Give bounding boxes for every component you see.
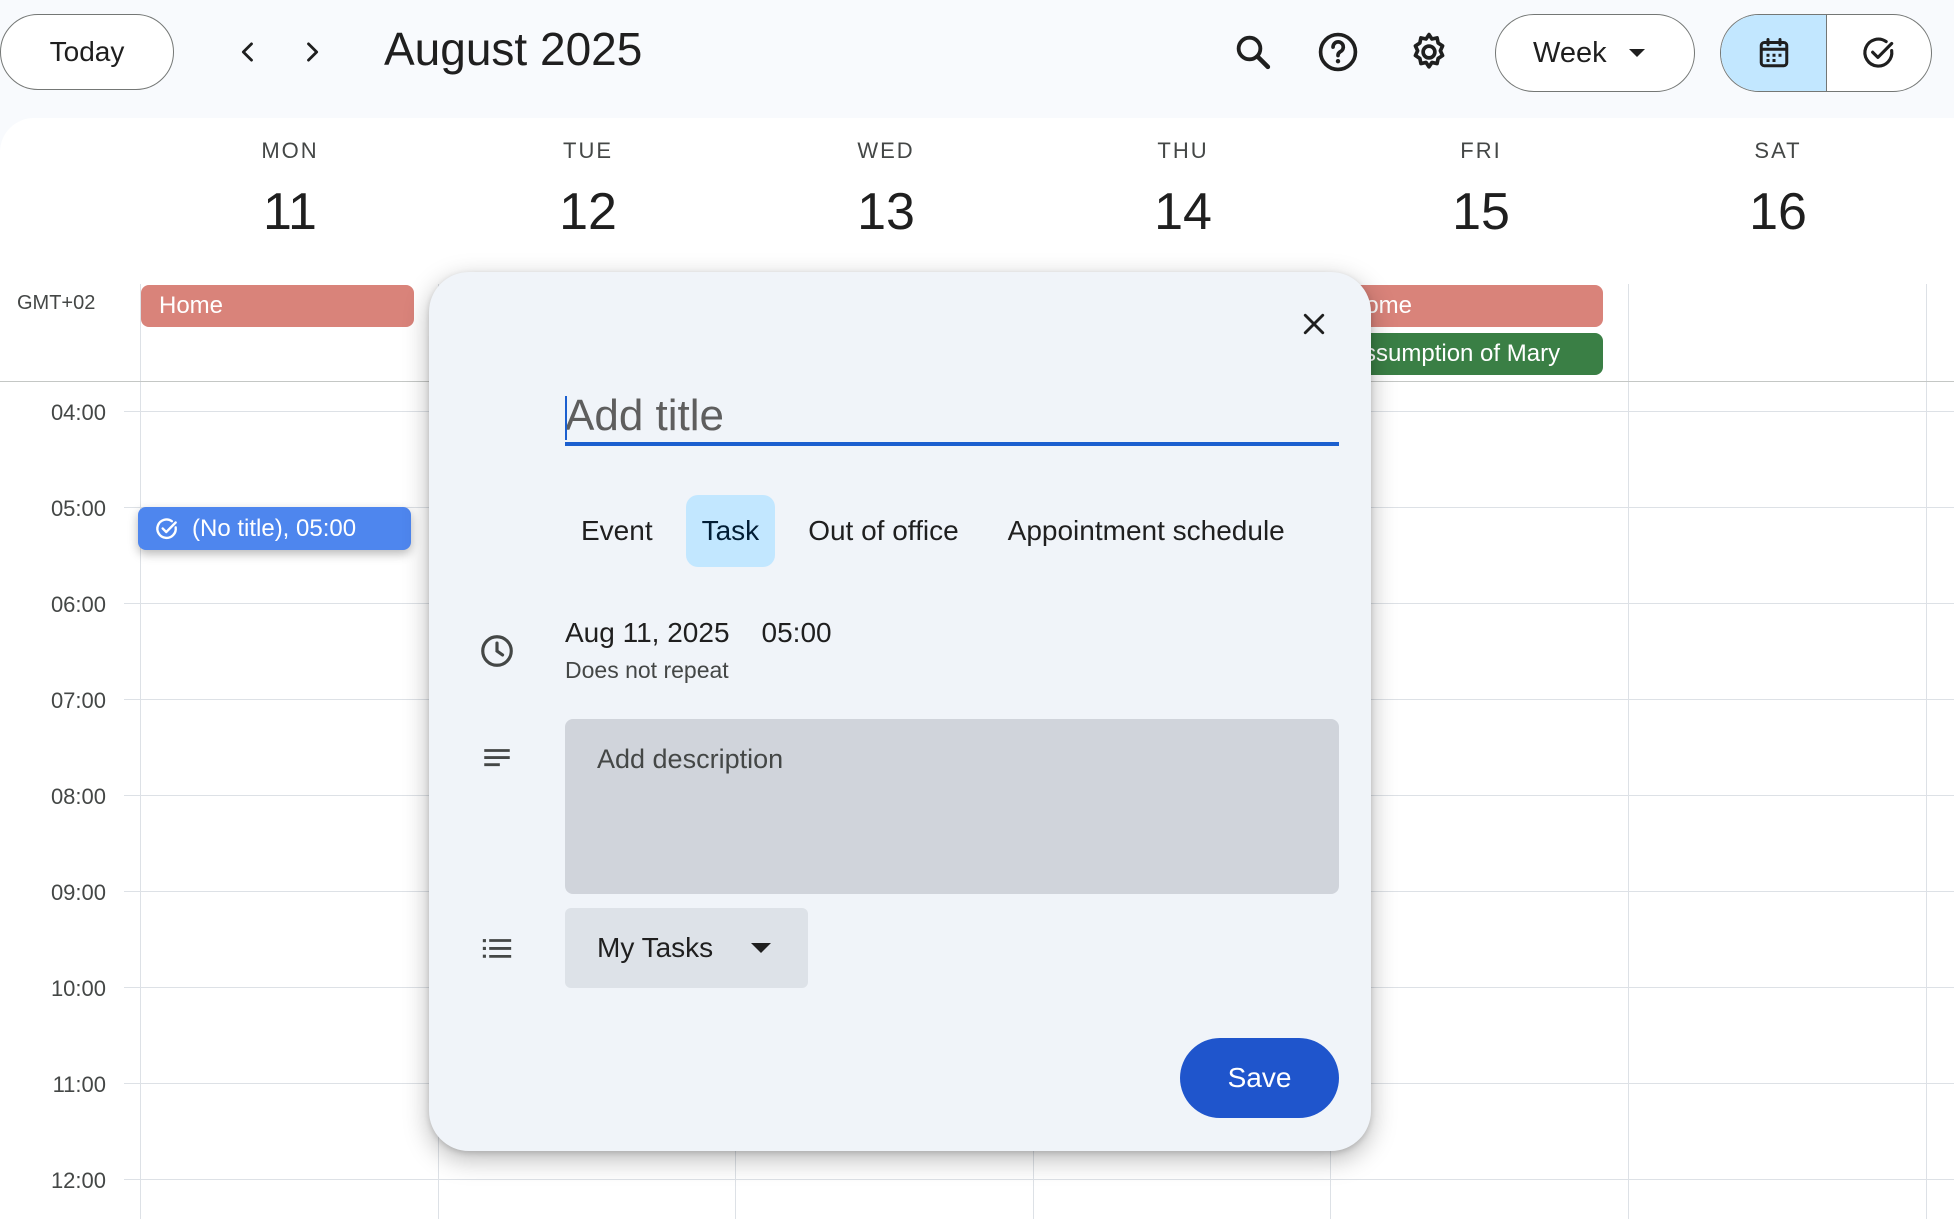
type-tabs: Event Task Out of office Appointment sch… <box>565 495 1301 567</box>
caret-down-icon <box>751 943 772 953</box>
day-of-week: WED <box>857 138 915 163</box>
help-button[interactable] <box>1314 28 1362 76</box>
hour-line <box>124 1179 1954 1180</box>
hour-label: 06:00 <box>50 592 106 617</box>
calendar-tasks-toggle <box>1720 14 1932 92</box>
day-number: 11 <box>263 183 317 241</box>
grid-divider <box>1926 284 1927 1219</box>
date-field[interactable]: Aug 11, 2025 <box>565 617 730 648</box>
hour-label: 12:00 <box>50 1168 106 1193</box>
description-placeholder: Add description <box>597 744 784 774</box>
help-icon <box>1318 32 1358 72</box>
hour-label: 11:00 <box>52 1072 106 1097</box>
calendar-view-button[interactable] <box>1721 15 1827 91</box>
task-check-icon <box>156 517 177 539</box>
search-icon <box>1236 35 1271 70</box>
allday-event-home[interactable]: Home <box>141 285 414 327</box>
draft-task-chip[interactable]: (No title), 05:00 <box>138 507 411 550</box>
grid-divider <box>140 284 141 1219</box>
save-button[interactable]: Save <box>1180 1038 1339 1118</box>
day-of-week: FRI <box>1460 138 1502 163</box>
day-number: 14 <box>1154 183 1212 241</box>
day-number: 16 <box>1749 183 1807 241</box>
description-input[interactable]: Add description <box>565 719 1339 894</box>
next-week-button[interactable] <box>290 30 334 74</box>
task-list-label: My Tasks <box>597 932 714 963</box>
task-list-icon <box>476 928 518 970</box>
day-header-mon[interactable]: MON 11 <box>145 138 435 242</box>
tasks-view-button[interactable] <box>1827 15 1931 91</box>
task-check-icon <box>1863 37 1894 68</box>
month-title: August 2025 <box>384 23 643 75</box>
chevron-right-icon <box>307 42 319 62</box>
grid-divider <box>1628 284 1629 1219</box>
close-button[interactable] <box>1289 299 1339 349</box>
hour-label: 07:00 <box>50 688 106 713</box>
day-number: 13 <box>857 183 915 241</box>
day-header-fri[interactable]: FRI 15 <box>1336 138 1626 242</box>
timezone-label: GMT+02 <box>17 292 96 314</box>
view-select[interactable]: Week <box>1495 14 1695 92</box>
calendar-icon <box>1759 38 1788 68</box>
task-list-select[interactable]: My Tasks <box>565 908 808 988</box>
draft-task-label: (No title), 05:00 <box>192 514 357 542</box>
view-label: Week <box>1533 36 1607 69</box>
hour-label: 09:00 <box>50 880 106 905</box>
settings-button[interactable] <box>1405 28 1453 76</box>
caret-down-icon <box>1628 49 1645 57</box>
time-field[interactable]: 05:00 <box>762 617 832 648</box>
tab-appointment-schedule[interactable]: Appointment schedule <box>992 495 1301 567</box>
day-of-week: SAT <box>1754 138 1802 163</box>
chevron-left-icon <box>241 42 253 62</box>
text-cursor <box>565 396 567 440</box>
close-icon <box>1303 313 1325 335</box>
repeat-select[interactable]: Does not repeat <box>565 657 729 684</box>
day-of-week: TUE <box>563 138 613 163</box>
previous-week-button[interactable] <box>226 30 270 74</box>
tab-out-of-office[interactable]: Out of office <box>792 495 974 567</box>
day-number: 15 <box>1452 183 1510 241</box>
gear-icon <box>1413 32 1445 69</box>
tab-event[interactable]: Event <box>565 495 669 567</box>
day-of-week: MON <box>261 138 319 163</box>
description-icon <box>476 738 518 780</box>
day-header-tue[interactable]: TUE 12 <box>443 138 733 242</box>
day-header-sat[interactable]: SAT 16 <box>1633 138 1923 242</box>
tab-task[interactable]: Task <box>685 495 776 567</box>
today-button[interactable]: Today <box>0 14 174 90</box>
title-input[interactable]: Add title <box>565 390 1339 446</box>
day-number: 12 <box>559 183 617 241</box>
top-bar: Today August 2025 Week <box>0 0 1954 118</box>
hour-label: 08:00 <box>50 784 106 809</box>
day-header-thu[interactable]: THU 14 <box>1038 138 1328 242</box>
clock-icon <box>476 630 518 672</box>
hour-label: 04:00 <box>50 400 106 425</box>
day-header-wed[interactable]: WED 13 <box>741 138 1031 242</box>
day-of-week: THU <box>1157 138 1209 163</box>
quick-create-dialog: Add title Event Task Out of office Appoi… <box>429 272 1371 1151</box>
hour-label: 05:00 <box>50 496 106 521</box>
hour-label: 10:00 <box>50 976 106 1001</box>
date-time-row: Aug 11, 2025 05:00 <box>565 617 832 649</box>
title-placeholder: Add title <box>565 391 724 440</box>
search-button[interactable] <box>1229 28 1277 76</box>
